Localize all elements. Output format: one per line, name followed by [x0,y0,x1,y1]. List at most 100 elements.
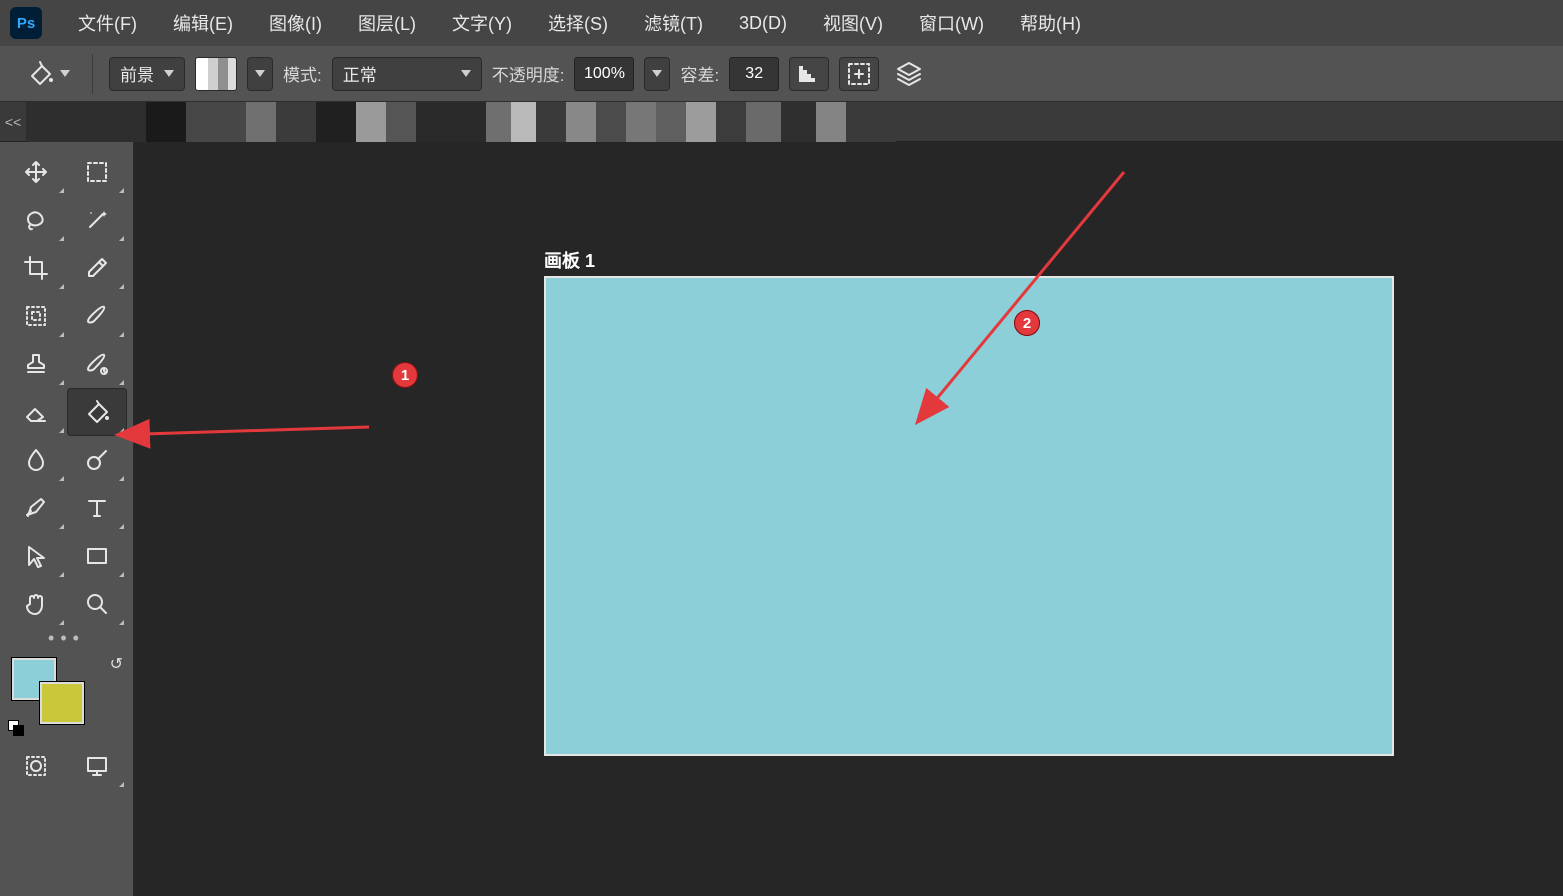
eraser-tool[interactable] [6,388,67,436]
move-tool[interactable] [6,148,67,196]
menu-view[interactable]: 视图(V) [805,10,901,36]
menu-bar: Ps 文件(F) 编辑(E) 图像(I) 图层(L) 文字(Y) 选择(S) 滤… [0,0,1563,46]
zoom-icon [84,591,110,617]
menu-filter[interactable]: 滤镜(T) [626,10,721,36]
menu-select[interactable]: 选择(S) [530,10,626,36]
magic-wand-icon [84,207,110,233]
smudge-icon [23,447,49,473]
swap-colors-icon[interactable]: ↺ [110,654,123,674]
type-icon [84,495,110,521]
hand-icon [23,591,49,617]
brush-tool[interactable] [67,292,128,340]
stamp-icon [23,351,49,377]
dodge-icon [84,447,110,473]
collapse-panels-button[interactable]: << [0,102,26,141]
move-icon [23,159,49,185]
separator [92,54,93,94]
type-tool[interactable] [67,484,128,532]
paint-bucket-icon [26,60,54,88]
annotation-badge-1: 1 [392,362,418,388]
tolerance-input[interactable]: 32 [729,57,779,91]
blend-mode-dropdown[interactable]: 正常 [332,57,482,91]
layers-icon [894,59,924,89]
rectangle-shape-tool[interactable] [67,532,128,580]
mode-label: 模式: [283,61,322,86]
opacity-dropdown[interactable] [644,57,670,91]
opacity-label: 不透明度: [492,61,565,86]
workspace: ••• ↺ 画板 1 1 [0,142,1563,896]
pattern-picker-dropdown[interactable] [247,57,273,91]
chevron-down-icon [652,70,662,77]
default-colors-icon[interactable] [8,720,24,736]
quick-mask-toggle[interactable] [6,742,67,790]
paint-bucket-tool[interactable] [67,388,128,436]
annotation-badge-2: 2 [1014,310,1040,336]
tolerance-label: 容差: [680,61,719,86]
chevron-down-icon [461,70,471,77]
artboard-label[interactable]: 画板 1 [544,247,595,273]
color-swatches: ↺ [8,652,125,736]
background-color-swatch[interactable] [40,682,84,724]
magic-wand-tool[interactable] [67,196,128,244]
pixelated-tab-region [26,102,896,141]
menu-edit[interactable]: 编辑(E) [155,10,251,36]
brush-icon [84,303,110,329]
crop-tool[interactable] [6,244,67,292]
menu-3d[interactable]: 3D(D) [721,13,805,34]
lasso-icon [23,207,49,233]
chevron-down-icon [60,70,70,77]
frame-icon [23,303,49,329]
pattern-swatch[interactable] [195,57,237,91]
document-tabs-bar: << [0,102,1563,142]
app-logo: Ps [10,7,42,39]
selection-add-icon [846,61,872,87]
fill-source-dropdown[interactable]: 前景 [109,57,185,91]
annotation-arrow-1 [134,392,514,452]
clone-stamp-tool[interactable] [6,340,67,388]
crop-icon [23,255,49,281]
quick-mask-icon [23,753,49,779]
rectangle-icon [84,543,110,569]
hand-tool[interactable] [6,580,67,628]
tool-group-separator[interactable]: ••• [6,628,127,648]
frame-tool[interactable] [6,292,67,340]
screen-mode-toggle[interactable] [67,742,128,790]
blend-mode-value: 正常 [343,61,377,86]
eyedropper-tool[interactable] [67,244,128,292]
menu-type[interactable]: 文字(Y) [434,10,530,36]
menu-window[interactable]: 窗口(W) [901,10,1002,36]
path-selection-tool[interactable] [6,532,67,580]
anti-alias-toggle[interactable] [789,57,829,91]
dodge-tool[interactable] [67,436,128,484]
current-tool-indicator[interactable] [20,54,76,94]
artboard-1[interactable] [544,276,1394,756]
menu-file[interactable]: 文件(F) [60,10,155,36]
rectangular-marquee-tool[interactable] [67,148,128,196]
pen-tool[interactable] [6,484,67,532]
menu-layer[interactable]: 图层(L) [340,10,434,36]
smudge-tool[interactable] [6,436,67,484]
opacity-input[interactable]: 100% [574,57,634,91]
contiguous-toggle[interactable] [839,57,879,91]
history-brush-icon [84,351,110,377]
menu-help[interactable]: 帮助(H) [1002,10,1099,36]
options-bar: 前景 模式: 正常 不透明度: 100% 容差: 32 [0,46,1563,102]
lasso-tool[interactable] [6,196,67,244]
canvas-area[interactable]: 画板 1 1 2 [134,142,1563,896]
anti-alias-icon [797,62,821,86]
tool-panel: ••• ↺ [0,142,134,896]
menu-image[interactable]: 图像(I) [251,10,340,36]
paint-bucket-icon [84,399,110,425]
arrow-cursor-icon [24,544,48,568]
all-layers-toggle[interactable] [889,57,929,91]
eyedropper-icon [84,255,110,281]
fill-source-value: 前景 [120,61,154,86]
zoom-tool[interactable] [67,580,128,628]
chevron-down-icon [255,70,265,77]
eraser-icon [23,399,49,425]
screen-mode-icon [84,753,110,779]
chevron-down-icon [164,70,174,77]
history-brush-tool[interactable] [67,340,128,388]
marquee-icon [84,159,110,185]
pen-icon [23,495,49,521]
